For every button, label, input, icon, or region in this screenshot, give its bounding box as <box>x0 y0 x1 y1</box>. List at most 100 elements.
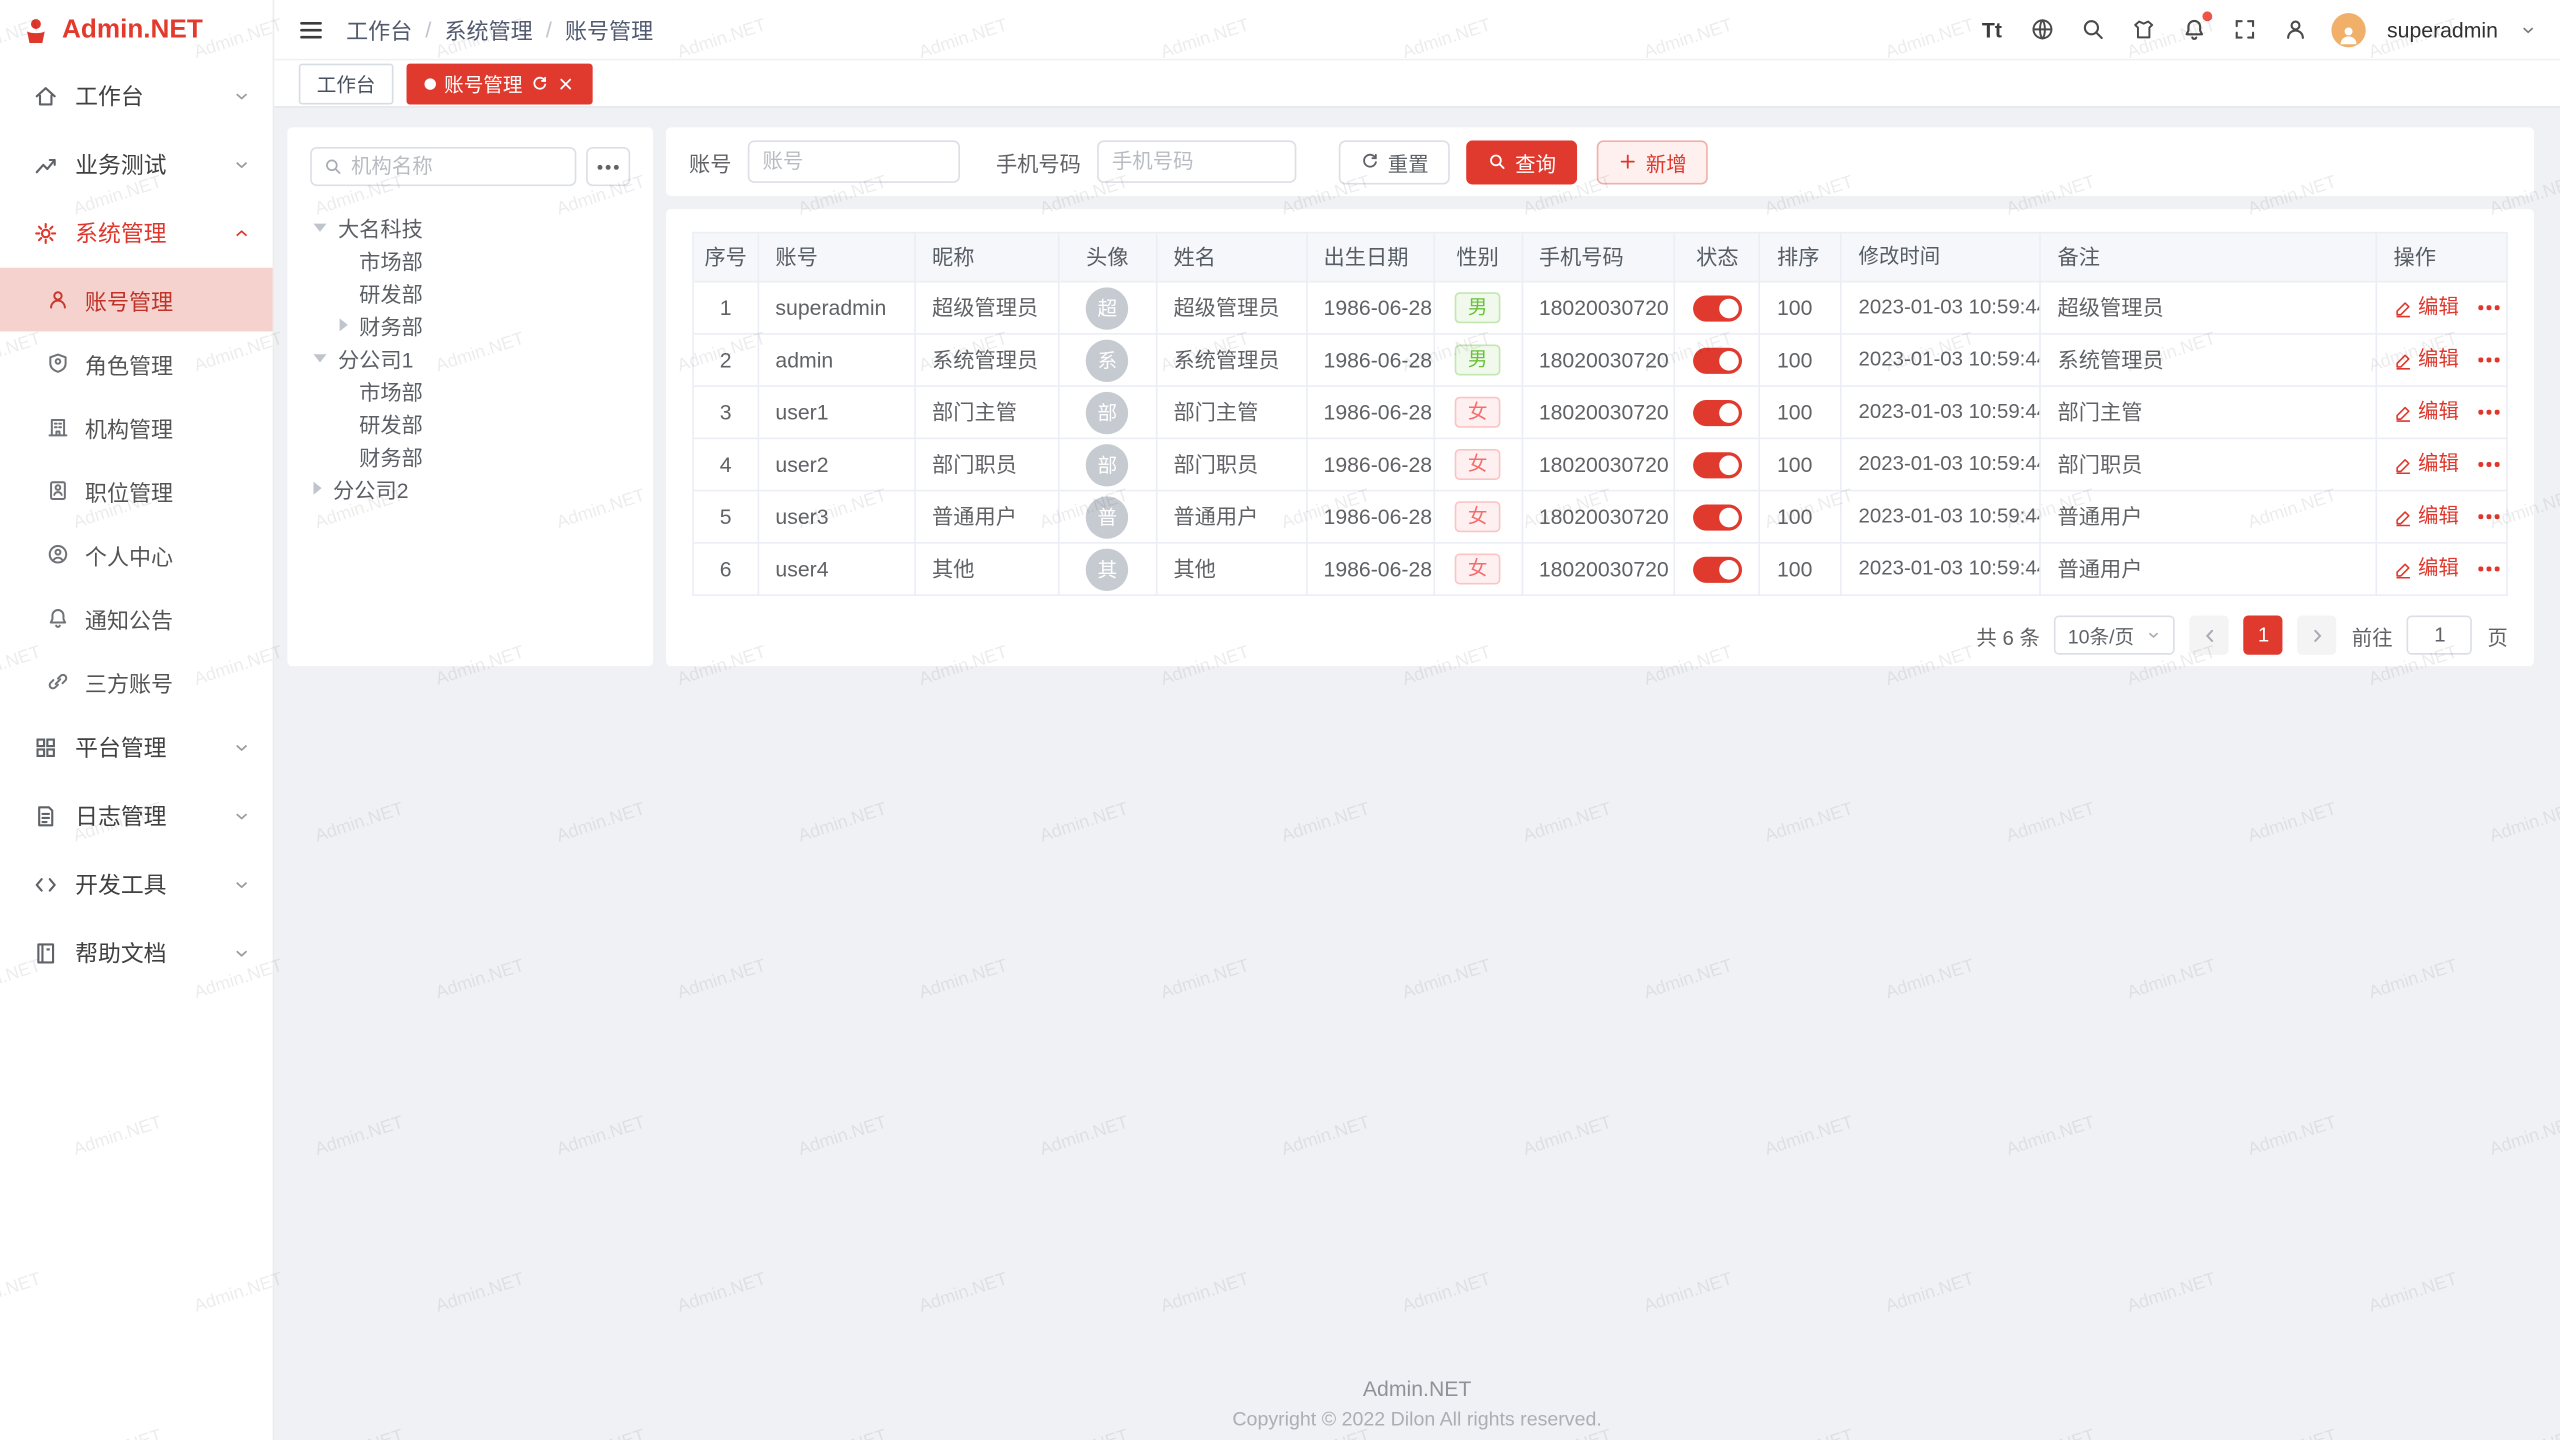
tab-workbench[interactable]: 工作台 <box>299 63 394 104</box>
modified-time-cell: 2023-01-03 10:59:44 <box>1842 439 2041 491</box>
app-title: Admin.NET <box>62 16 203 45</box>
goto-page-input[interactable] <box>2407 616 2472 655</box>
breadcrumb: 工作台 / 系统管理 / 账号管理 <box>346 13 653 46</box>
tree-node[interactable]: 分公司2 <box>310 472 630 505</box>
notification-bell-icon[interactable] <box>2180 15 2209 44</box>
tree-more-options-button[interactable] <box>586 147 630 186</box>
reset-button[interactable]: 重置 <box>1339 140 1450 184</box>
document-icon <box>33 803 59 829</box>
tab-close-icon[interactable] <box>557 74 575 92</box>
caret-right-icon[interactable] <box>313 482 321 495</box>
language-icon[interactable] <box>2028 15 2057 44</box>
sidebar-item-notice-announcement[interactable]: 通知公告 <box>0 586 273 650</box>
tree-node[interactable]: 财务部 <box>310 309 630 342</box>
sidebar-item-system-management[interactable]: 系统管理 <box>0 199 273 268</box>
sidebar-item-third-party-account[interactable]: 三方账号 <box>0 650 273 714</box>
add-button[interactable]: 新增 <box>1597 140 1708 184</box>
plus-icon <box>1618 152 1638 172</box>
edit-button[interactable]: 编辑 <box>2394 491 2459 542</box>
next-page-button[interactable] <box>2298 616 2337 655</box>
page-unit-label: 页 <box>2487 620 2507 651</box>
status-toggle[interactable] <box>1693 399 1742 425</box>
account-input[interactable] <box>748 140 960 182</box>
sidebar-item-account-management[interactable]: 账号管理 <box>0 268 273 332</box>
phone-input[interactable] <box>1097 140 1296 182</box>
tree-node[interactable]: 分公司1 <box>310 341 630 374</box>
tree-node[interactable]: 研发部 <box>310 276 630 309</box>
gear-icon <box>33 220 59 246</box>
sidebar-item-dev-tools[interactable]: 开发工具 <box>0 851 273 920</box>
edit-button[interactable]: 编辑 <box>2394 335 2459 386</box>
chevron-down-icon[interactable] <box>2519 20 2537 38</box>
prev-page-button[interactable] <box>2190 616 2229 655</box>
fullscreen-icon[interactable] <box>2230 15 2259 44</box>
name-cell: 系统管理员 <box>1157 335 1307 387</box>
font-size-icon[interactable]: Tt <box>1977 15 2006 44</box>
avatar-cell: 超 <box>1059 282 1157 334</box>
more-actions-button[interactable] <box>2478 358 2498 362</box>
status-toggle[interactable] <box>1693 347 1742 373</box>
column-header: 昵称 <box>916 233 1060 282</box>
link-icon <box>46 669 70 693</box>
org-search-input[interactable] <box>351 155 563 178</box>
name-cell: 部门职员 <box>1157 439 1307 491</box>
sidebar-item-organization-management[interactable]: 机构管理 <box>0 395 273 459</box>
tree-node[interactable]: 财务部 <box>310 439 630 472</box>
gender-cell: 女 <box>1434 544 1522 596</box>
sidebar-item-log-management[interactable]: 日志管理 <box>0 782 273 851</box>
avatar-cell: 系 <box>1059 335 1157 387</box>
user-icon <box>46 287 70 311</box>
app-logo[interactable]: Admin.NET <box>0 0 273 62</box>
tree-node[interactable]: 市场部 <box>310 374 630 407</box>
more-actions-button[interactable] <box>2478 462 2498 466</box>
search-icon[interactable] <box>2078 15 2107 44</box>
status-cell <box>1676 387 1761 439</box>
sidebar-item-position-management[interactable]: 职位管理 <box>0 459 273 523</box>
tab-refresh-icon[interactable] <box>531 74 549 92</box>
edit-button[interactable]: 编辑 <box>2394 544 2459 595</box>
sidebar-item-platform-management[interactable]: 平台管理 <box>0 713 273 782</box>
tree-node[interactable]: 研发部 <box>310 407 630 440</box>
edit-button[interactable]: 编辑 <box>2394 439 2459 490</box>
tree-node[interactable]: 大名科技 <box>310 211 630 244</box>
avatar-cell: 普 <box>1059 491 1157 543</box>
table-row: 1 superadmin 超级管理员 超 超级管理员 1986-06-28 男 … <box>694 282 2508 334</box>
column-header: 修改时间 <box>1842 233 2041 282</box>
user-settings-icon[interactable] <box>2281 15 2310 44</box>
tab-account-management[interactable]: 账号管理 <box>407 63 593 104</box>
account-label: 账号 <box>689 146 731 177</box>
username-label[interactable]: superadmin <box>2387 17 2498 41</box>
search-button[interactable]: 查询 <box>1466 140 1577 184</box>
chevron-down-icon <box>232 944 252 964</box>
tree-node-label: 财务部 <box>359 440 423 471</box>
avatar[interactable] <box>2332 12 2366 46</box>
more-actions-button[interactable] <box>2478 567 2498 571</box>
edit-button[interactable]: 编辑 <box>2394 282 2459 333</box>
more-actions-button[interactable] <box>2478 306 2498 310</box>
page-number-button[interactable]: 1 <box>2244 616 2283 655</box>
caret-down-icon[interactable] <box>313 353 326 361</box>
hamburger-menu-icon[interactable] <box>297 16 325 44</box>
sidebar-item-personal-center[interactable]: 个人中心 <box>0 522 273 586</box>
status-toggle[interactable] <box>1693 556 1742 582</box>
sidebar-item-role-management[interactable]: 角色管理 <box>0 331 273 395</box>
sidebar-item-business-test[interactable]: 业务测试 <box>0 131 273 200</box>
edit-button[interactable]: 编辑 <box>2394 387 2459 438</box>
page-size-select[interactable]: 10条/页 <box>2055 616 2176 655</box>
more-actions-button[interactable] <box>2478 410 2498 414</box>
caret-down-icon[interactable] <box>313 223 326 231</box>
sidebar-item-workbench[interactable]: 工作台 <box>0 62 273 131</box>
status-toggle[interactable] <box>1693 295 1742 321</box>
edit-icon <box>2394 507 2414 527</box>
sidebar-item-help-docs[interactable]: 帮助文档 <box>0 919 273 988</box>
breadcrumb-item[interactable]: 系统管理 <box>445 13 533 46</box>
breadcrumb-item[interactable]: 工作台 <box>346 13 412 46</box>
theme-icon[interactable] <box>2129 15 2158 44</box>
order-cell: 100 <box>1761 335 1843 387</box>
status-toggle[interactable] <box>1693 504 1742 530</box>
caret-right-icon[interactable] <box>340 318 348 331</box>
more-actions-button[interactable] <box>2478 515 2498 519</box>
tree-node[interactable]: 市场部 <box>310 243 630 276</box>
status-toggle[interactable] <box>1693 451 1742 477</box>
tree-node-label: 研发部 <box>359 277 423 308</box>
